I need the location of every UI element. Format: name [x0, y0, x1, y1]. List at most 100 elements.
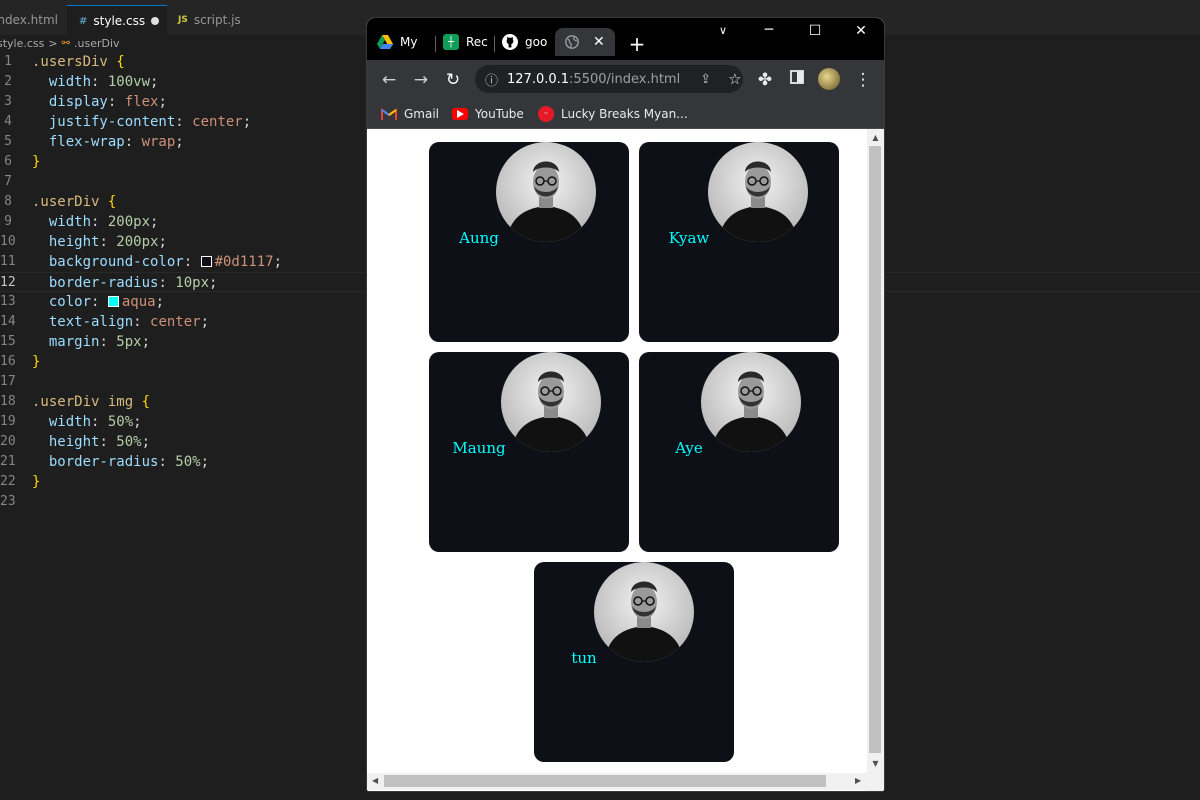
- user-avatar: [594, 562, 694, 662]
- css-selector: .userDiv img: [32, 394, 134, 410]
- google-sheets-icon: ┼: [443, 34, 459, 50]
- line-number: 11: [0, 254, 16, 269]
- user-avatar: [501, 352, 601, 452]
- css-property: width: [48, 214, 92, 230]
- line-number: 2: [4, 74, 12, 89]
- editor-tab-script-js[interactable]: JS script.js: [168, 5, 264, 35]
- address-bar[interactable]: ⓘ 127.0.0.1:5500/index.html ⇪ ☆: [475, 65, 743, 93]
- url-path: :5500/index.html: [569, 71, 681, 87]
- user-avatar: [701, 352, 801, 452]
- back-arrow-icon[interactable]: ←: [379, 70, 399, 90]
- css-property: margin: [48, 334, 100, 350]
- css-property: flex-wrap: [48, 134, 125, 150]
- line-number: 3: [4, 94, 12, 109]
- google-drive-icon: [377, 34, 393, 50]
- scroll-left-arrow-icon[interactable]: ◀: [372, 776, 378, 785]
- horizontal-scroll-thumb[interactable]: [384, 775, 826, 787]
- browser-tab-github[interactable]: goo: [502, 28, 552, 56]
- browser-title-bar: My ┼ Rec goo ✕ + ∨ ─ ☐ ✕: [367, 18, 884, 60]
- url-host: 127.0.0.1: [507, 71, 570, 87]
- color-swatch-icon[interactable]: [200, 255, 212, 267]
- editor-tab-index-html[interactable]: index.html: [0, 5, 66, 35]
- css-value: 10px: [175, 275, 210, 291]
- css-property: text-align: [48, 314, 134, 330]
- user-card: Kyaw: [639, 142, 839, 342]
- css-value: center: [192, 114, 243, 130]
- css-property: border-radius: [48, 454, 159, 470]
- user-avatar: [708, 142, 808, 242]
- breadcrumb-file[interactable]: style.css: [0, 37, 44, 50]
- line-number: 22: [0, 474, 16, 489]
- line-number: 23: [0, 494, 16, 509]
- coca-cola-icon: ~: [538, 106, 554, 122]
- css-selector: .usersDiv: [32, 54, 108, 70]
- browser-tab-active[interactable]: ✕: [555, 28, 615, 56]
- minimize-icon[interactable]: ─: [759, 22, 779, 38]
- symbol-class-icon: ⚯: [61, 37, 70, 49]
- browser-toolbar: ← → ↻ ⓘ 127.0.0.1:5500/index.html ⇪ ☆ ✤ …: [367, 60, 884, 100]
- bookmark-youtube[interactable]: YouTube: [452, 104, 524, 124]
- css-value: 5px: [116, 334, 142, 350]
- breadcrumb-symbol[interactable]: .userDiv: [74, 37, 120, 50]
- css-value: 50%: [175, 454, 201, 470]
- user-avatar: [496, 142, 596, 242]
- user-name: Kyaw: [668, 229, 710, 247]
- editor-tab-label: style.css: [93, 14, 146, 28]
- scroll-up-arrow-icon[interactable]: ▲: [867, 133, 884, 142]
- bookmark-star-icon[interactable]: ☆: [728, 70, 741, 88]
- reload-icon[interactable]: ↻: [443, 70, 463, 90]
- line-number: 6: [4, 154, 12, 169]
- globe-icon: [564, 34, 580, 50]
- line-number: 20: [0, 434, 16, 449]
- line-number: 14: [0, 314, 16, 329]
- profile-avatar[interactable]: [818, 68, 840, 90]
- css-property: width: [48, 74, 92, 90]
- js-file-icon: JS: [178, 15, 188, 25]
- line-number: 19: [0, 414, 16, 429]
- browser-tab-drive[interactable]: My: [377, 28, 437, 56]
- user-name: Aye: [675, 439, 703, 457]
- css-file-icon: #: [79, 15, 88, 27]
- vertical-scrollbar[interactable]: ▲ ▼: [867, 129, 884, 791]
- menu-kebab-icon[interactable]: ⋮: [853, 70, 873, 90]
- bookmark-label: Lucky Breaks Myan...: [561, 107, 688, 121]
- unsaved-dot-icon[interactable]: [151, 17, 159, 25]
- browser-tab-sheets[interactable]: ┼ Rec: [443, 28, 493, 56]
- breadcrumb: style.css > ⚯ .userDiv: [0, 35, 120, 51]
- scroll-right-arrow-icon[interactable]: ▶: [855, 776, 861, 785]
- css-property: height: [48, 234, 100, 250]
- css-property: border-radius: [48, 275, 159, 291]
- close-window-icon[interactable]: ✕: [851, 23, 871, 39]
- extensions-puzzle-icon[interactable]: ✤: [755, 70, 775, 90]
- line-number: 5: [4, 134, 12, 149]
- user-name: tun: [571, 649, 597, 667]
- side-panel-icon[interactable]: [787, 69, 807, 89]
- editor-tab-style-css[interactable]: # style.css: [67, 5, 167, 36]
- scroll-down-arrow-icon[interactable]: ▼: [867, 759, 884, 768]
- horizontal-scrollbar[interactable]: ◀ ▶: [367, 773, 867, 790]
- css-value: 50%: [107, 414, 134, 430]
- site-info-icon[interactable]: ⓘ: [485, 70, 498, 89]
- youtube-icon: [452, 108, 468, 120]
- tab-search-chevron-down-icon[interactable]: ∨: [713, 24, 733, 37]
- user-card: Aye: [639, 352, 839, 552]
- share-icon[interactable]: ⇪: [700, 72, 711, 87]
- editor-tab-label: index.html: [0, 13, 58, 27]
- vertical-scroll-thumb[interactable]: [869, 146, 881, 753]
- bookmark-gmail[interactable]: Gmail: [381, 104, 439, 124]
- bookmark-label: Gmail: [404, 107, 440, 121]
- line-number: 12: [0, 275, 16, 290]
- close-tab-icon[interactable]: ✕: [593, 34, 605, 50]
- forward-arrow-icon[interactable]: →: [411, 70, 431, 90]
- css-value: 200px: [107, 214, 151, 230]
- maximize-icon[interactable]: ☐: [805, 23, 825, 39]
- color-swatch-icon[interactable]: [107, 295, 119, 307]
- new-tab-icon[interactable]: +: [627, 32, 647, 56]
- user-name: Maung: [452, 439, 506, 457]
- user-card: Aung: [429, 142, 629, 342]
- css-property: display: [48, 94, 108, 110]
- css-property: height: [48, 434, 100, 450]
- line-number: 9: [4, 214, 12, 229]
- line-number: 17: [0, 374, 16, 389]
- bookmark-lucky-breaks[interactable]: ~ Lucky Breaks Myan...: [538, 104, 688, 124]
